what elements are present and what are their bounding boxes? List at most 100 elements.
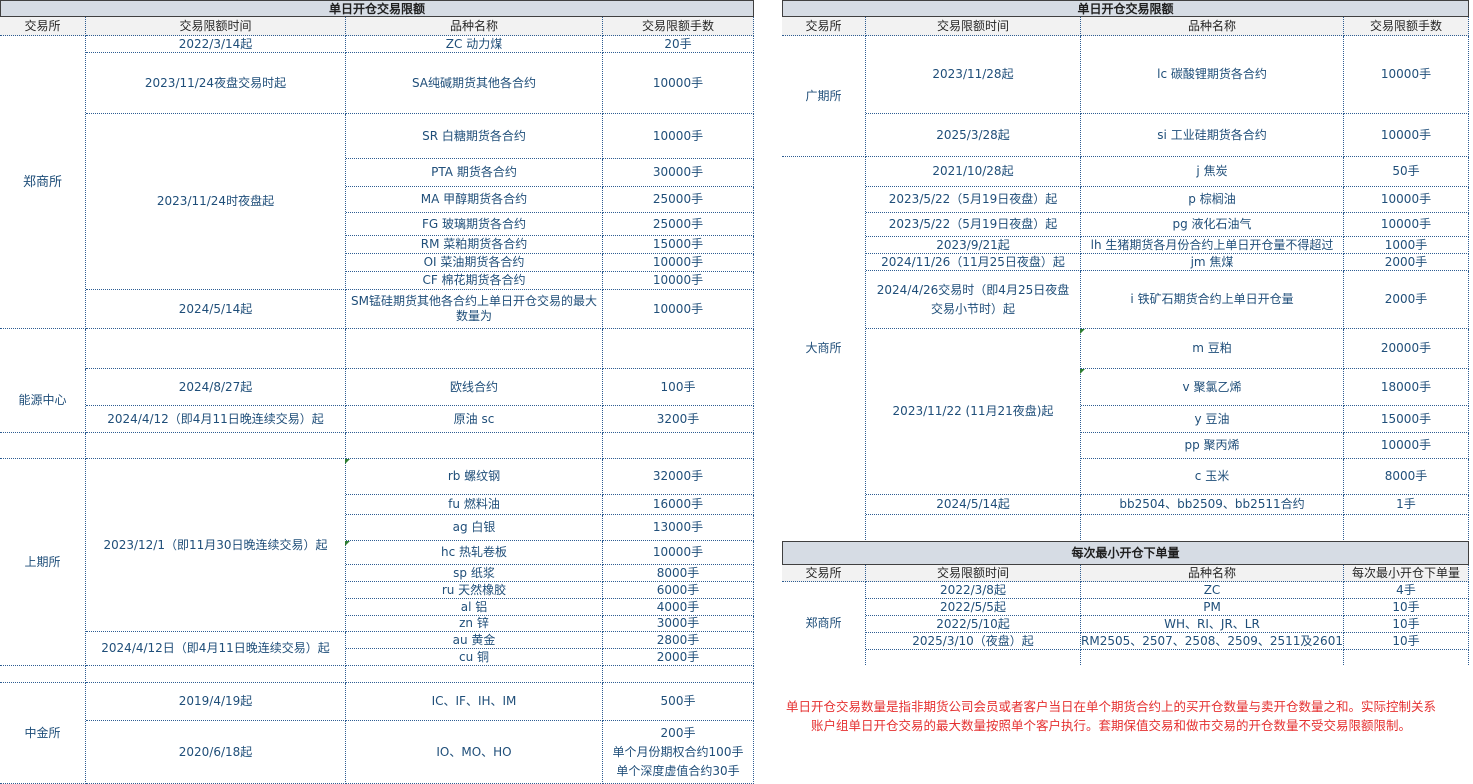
limit-cell[interactable]: 15000手 — [1344, 406, 1469, 433]
limit-cell[interactable]: 4手 — [1344, 582, 1469, 599]
empty-cell[interactable] — [86, 666, 346, 683]
empty-cell[interactable] — [86, 329, 346, 369]
empty-cell[interactable] — [346, 329, 603, 369]
time-cell[interactable]: 2023/11/28起 — [866, 36, 1081, 114]
product-cell[interactable]: RM 菜粕期货各合约 — [346, 236, 603, 254]
product-cell[interactable]: PM — [1081, 599, 1344, 616]
time-cell[interactable]: 2023/11/24时夜盘起 — [86, 114, 346, 290]
product-cell[interactable]: fu 燃料油 — [346, 495, 603, 515]
empty-cell[interactable] — [0, 666, 86, 683]
header-exchange[interactable]: 交易所 — [782, 565, 866, 582]
exchange-zce[interactable]: 郑商所 — [0, 36, 86, 329]
limit-cell[interactable]: 10000手 — [603, 114, 754, 159]
limit-cell[interactable]: 10手 — [1344, 633, 1469, 650]
product-cell[interactable]: p 棕榈油 — [1081, 187, 1344, 213]
time-cell[interactable]: 2023/5/22（5月19日夜盘）起 — [866, 187, 1081, 213]
limit-cell[interactable]: 1手 — [1344, 495, 1469, 515]
limit-cell[interactable]: 10手 — [1344, 616, 1469, 633]
limit-cell[interactable]: 8000手 — [603, 565, 754, 582]
product-cell[interactable]: WH、RI、JR、LR — [1081, 616, 1344, 633]
product-cell[interactable]: SR 白糖期货各合约 — [346, 114, 603, 159]
limit-cell[interactable]: 10000手 — [1344, 36, 1469, 114]
limit-cell[interactable]: 500手 — [603, 683, 754, 721]
product-cell[interactable]: ZC 动力煤 — [346, 36, 603, 53]
limit-cell[interactable]: 3200手 — [603, 406, 754, 433]
limit-cell[interactable]: 10000手 — [603, 272, 754, 290]
time-cell[interactable]: 2024/5/14起 — [86, 290, 346, 329]
empty-cell[interactable] — [86, 433, 346, 459]
exchange-dce[interactable]: 大商所 — [782, 157, 866, 540]
time-cell[interactable]: 2023/5/22（5月19日夜盘）起 — [866, 213, 1081, 237]
header-time[interactable]: 交易限额时间 — [86, 17, 346, 36]
limit-cell[interactable]: 6000手 — [603, 582, 754, 599]
limit-cell[interactable]: 13000手 — [603, 515, 754, 541]
limit-cell[interactable]: 20000手 — [1344, 329, 1469, 369]
limit-cell[interactable]: 10000手 — [1344, 213, 1469, 237]
exchange-ine[interactable]: 能源中心 — [0, 369, 86, 433]
header-product[interactable]: 品种名称 — [1081, 17, 1344, 36]
header-limit[interactable]: 交易限额手数 — [1344, 17, 1469, 36]
time-cell[interactable]: 2024/11/26（11月25日夜盘）起 — [866, 254, 1081, 271]
product-cell[interactable]: au 黄金 — [346, 632, 603, 649]
product-cell[interactable]: al 铝 — [346, 599, 603, 616]
time-cell[interactable]: 2021/10/28起 — [866, 157, 1081, 187]
time-cell[interactable]: 2024/4/12（即4月11日晚连续交易）起 — [86, 406, 346, 433]
time-cell[interactable]: 2022/5/10起 — [866, 616, 1081, 633]
empty-cell[interactable] — [346, 666, 603, 683]
limit-cell[interactable]: 10000手 — [1344, 187, 1469, 213]
time-cell[interactable]: 2024/8/27起 — [86, 369, 346, 406]
limit-cell[interactable]: 25000手 — [603, 213, 754, 236]
product-cell[interactable]: lc 碳酸锂期货各合约 — [1081, 36, 1344, 114]
limit-cell[interactable]: 8000手 — [1344, 459, 1469, 495]
time-cell[interactable]: 2025/3/28起 — [866, 114, 1081, 157]
limit-cell[interactable]: 3000手 — [603, 616, 754, 632]
product-cell[interactable]: m 豆粕 — [1081, 329, 1344, 369]
product-cell[interactable]: OI 菜油期货各合约 — [346, 254, 603, 272]
product-cell[interactable]: zn 锌 — [346, 616, 603, 632]
product-cell[interactable]: IC、IF、IH、IM — [346, 683, 603, 721]
header-min-qty[interactable]: 每次最小开仓下单量 — [1344, 565, 1469, 582]
header-exchange[interactable]: 交易所 — [0, 17, 86, 36]
limit-cell[interactable]: 10000手 — [1344, 114, 1469, 157]
product-cell[interactable]: lh 生猪期货各月份合约上单日开仓量不得超过 — [1081, 237, 1344, 254]
product-cell[interactable]: j 焦炭 — [1081, 157, 1344, 187]
limit-cell[interactable]: 10000手 — [603, 541, 754, 565]
limit-cell[interactable]: 2000手 — [1344, 254, 1469, 271]
exchange-shfe[interactable]: 上期所 — [0, 459, 86, 666]
limit-cell[interactable]: 10手 — [1344, 599, 1469, 616]
empty-cell[interactable] — [866, 650, 1081, 665]
time-cell[interactable]: 2025/3/10（夜盘）起 — [866, 633, 1081, 650]
limit-cell[interactable]: 50手 — [1344, 157, 1469, 187]
header-exchange[interactable]: 交易所 — [782, 17, 866, 36]
limit-cell[interactable]: 100手 — [603, 369, 754, 406]
product-cell[interactable]: SA纯碱期货其他各合约 — [346, 53, 603, 114]
empty-cell[interactable] — [1344, 650, 1469, 665]
limit-cell[interactable]: 2000手 — [603, 649, 754, 666]
product-cell[interactable]: FG 玻璃期货各合约 — [346, 213, 603, 236]
time-cell[interactable]: 2024/4/26交易时（即4月25日夜盘交易小节时）起 — [866, 271, 1081, 329]
header-product[interactable]: 品种名称 — [346, 17, 603, 36]
product-cell[interactable]: bb2504、bb2509、bb2511合约 — [1081, 495, 1344, 515]
empty-cell[interactable] — [603, 329, 754, 369]
time-cell[interactable]: 2024/5/14起 — [866, 495, 1081, 515]
limit-cell[interactable]: 16000手 — [603, 495, 754, 515]
product-cell[interactable]: cu 铜 — [346, 649, 603, 666]
empty-cell[interactable] — [0, 433, 86, 459]
limit-cell[interactable]: 15000手 — [603, 236, 754, 254]
product-cell[interactable]: RM2505、2507、2508、2509、2511及2601 — [1081, 633, 1344, 650]
limit-cell[interactable]: 18000手 — [1344, 369, 1469, 406]
product-cell[interactable]: y 豆油 — [1081, 406, 1344, 433]
time-cell[interactable]: 2022/3/14起 — [86, 36, 346, 53]
product-cell[interactable]: ZC — [1081, 582, 1344, 599]
product-cell[interactable]: v 聚氯乙烯 — [1081, 369, 1344, 406]
limit-cell[interactable]: 1000手 — [1344, 237, 1469, 254]
limit-cell[interactable]: 25000手 — [603, 187, 754, 213]
header-limit[interactable]: 交易限额手数 — [603, 17, 754, 36]
time-cell[interactable]: 2023/12/1（即11月30日晚连续交易）起 — [86, 459, 346, 632]
time-cell[interactable]: 2023/11/22 (11月21夜盘)起 — [866, 329, 1081, 495]
time-cell[interactable]: 2023/11/24夜盘交易时起 — [86, 53, 346, 114]
limit-cell[interactable]: 2800手 — [603, 632, 754, 649]
limit-cell[interactable]: 32000手 — [603, 459, 754, 495]
exchange-cffex[interactable]: 中金所 — [0, 683, 86, 784]
product-cell[interactable]: rb 螺纹钢 — [346, 459, 603, 495]
